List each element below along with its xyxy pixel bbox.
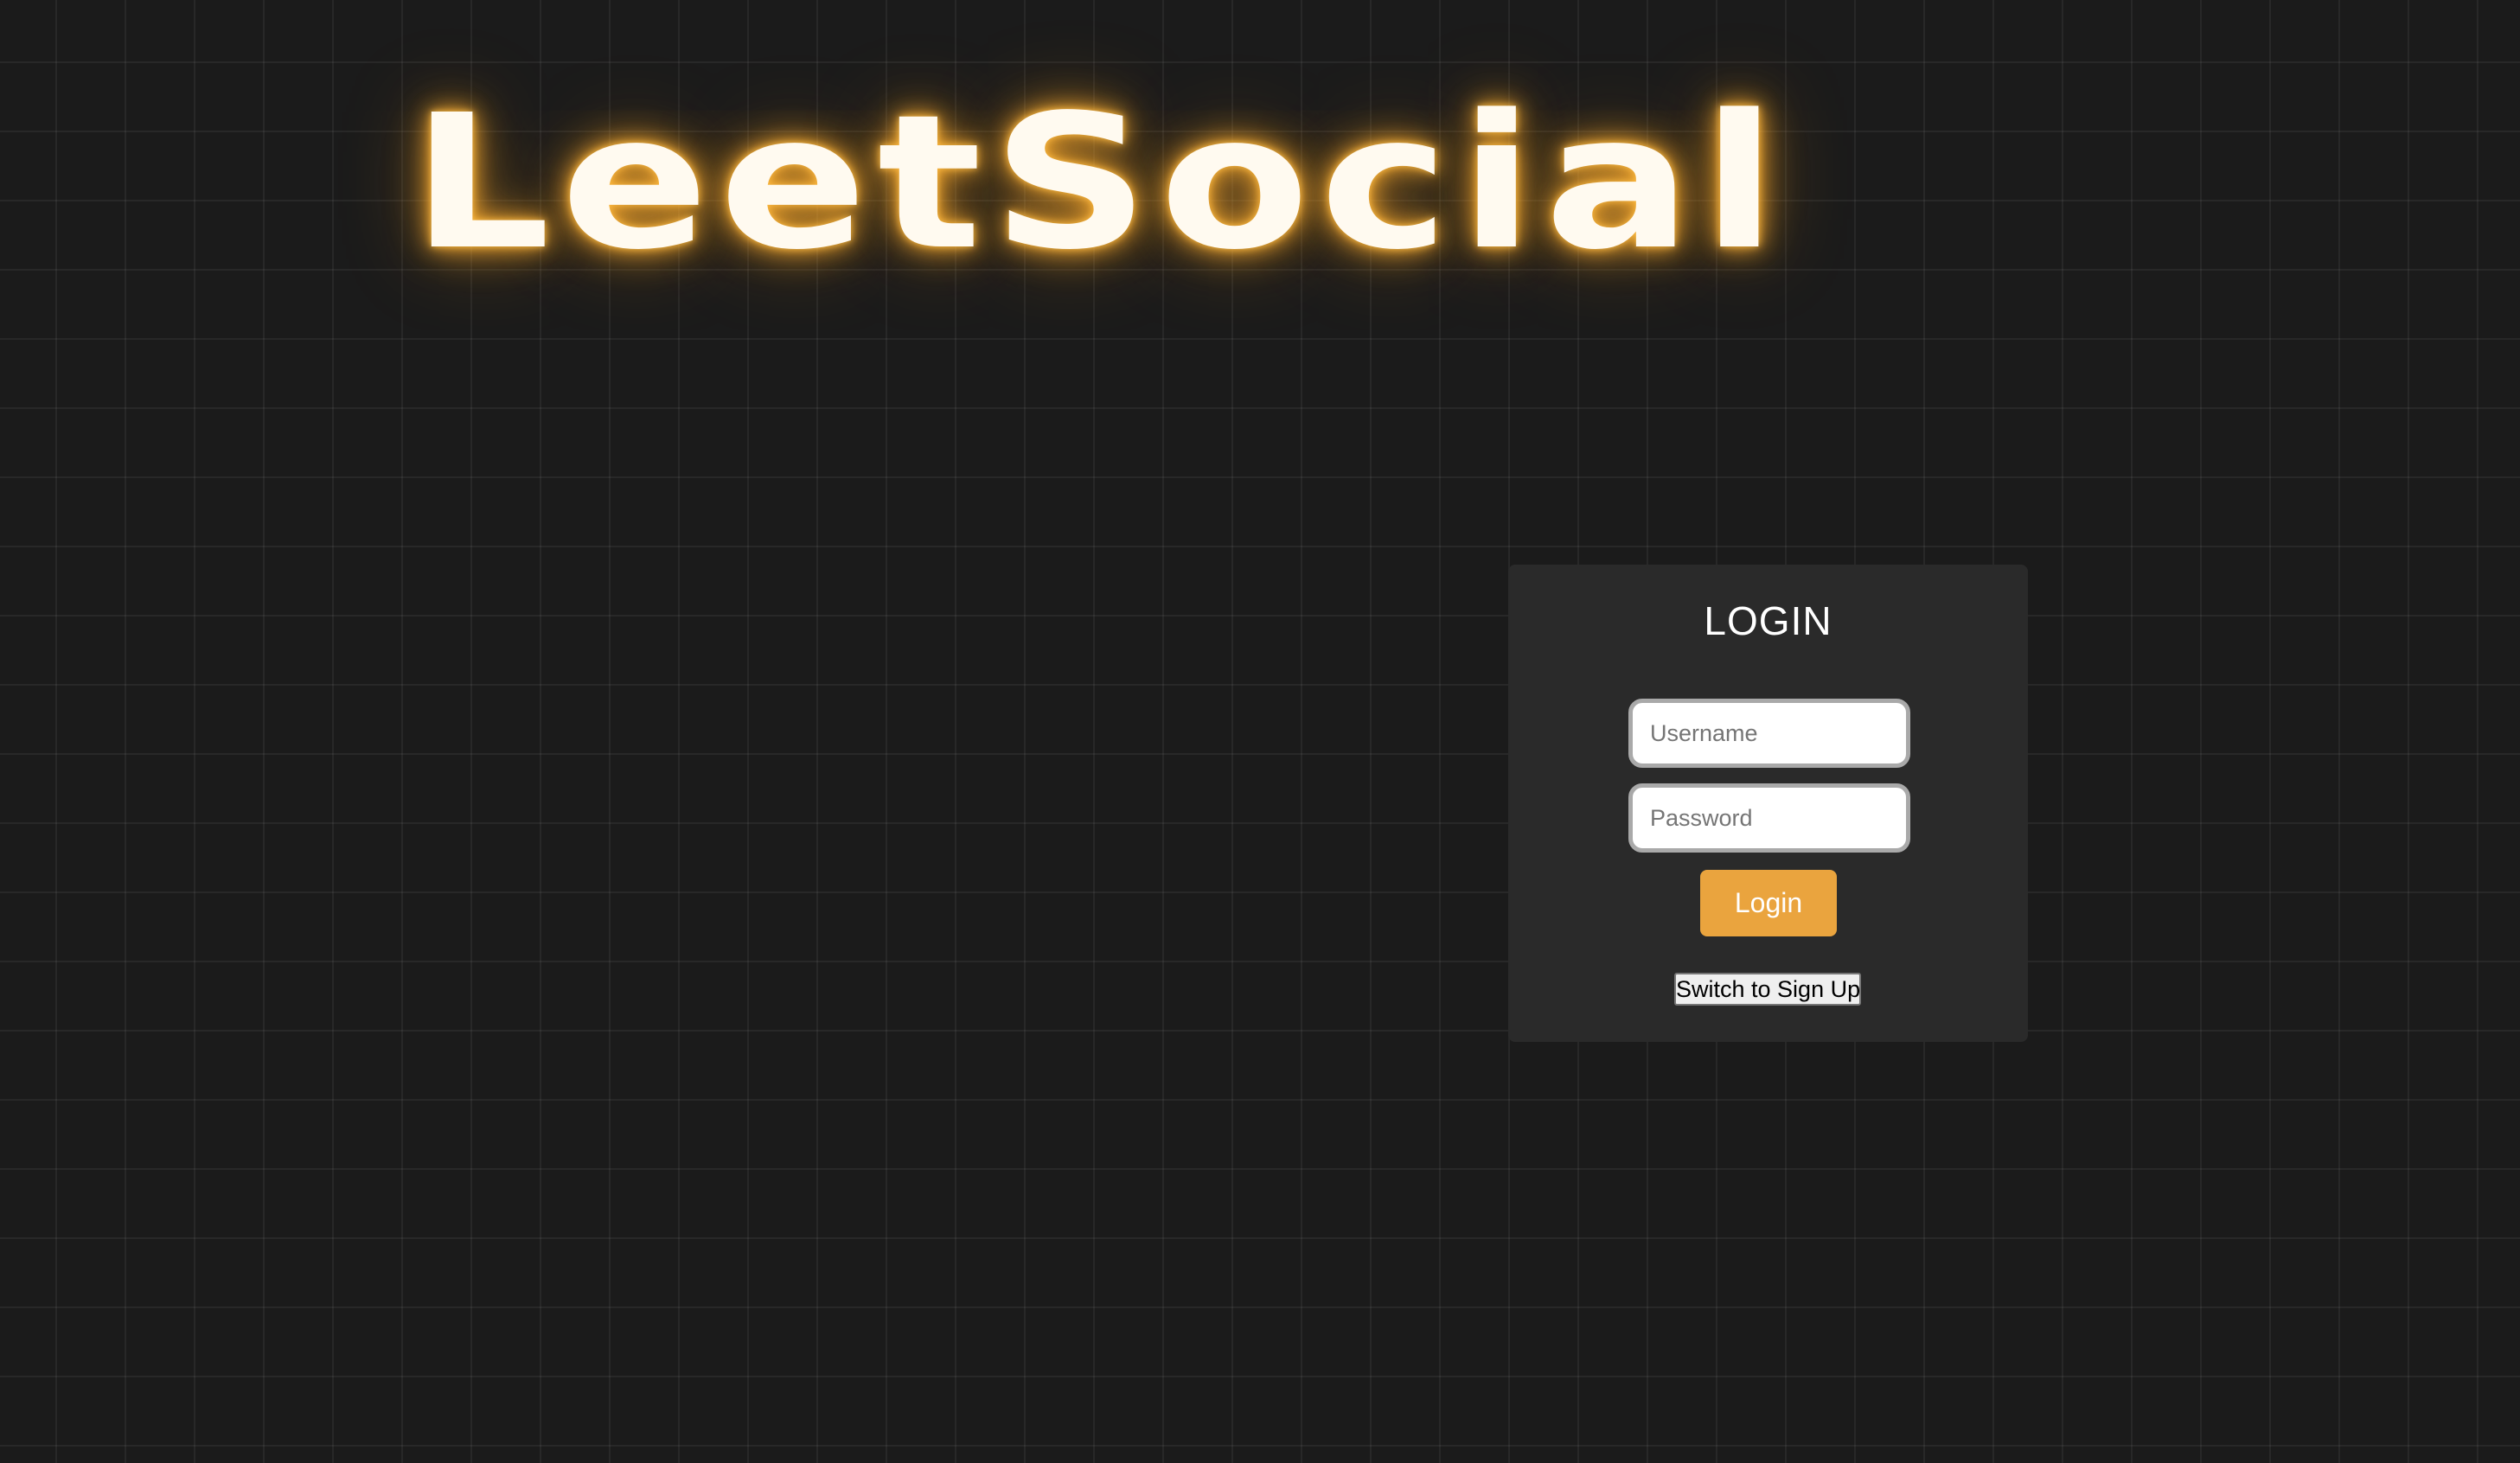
brand-logo-title: LeetSocial (411, 75, 1788, 291)
brand-header: LeetSocial (0, 91, 2520, 276)
login-heading: LOGIN (1704, 598, 1832, 643)
password-input[interactable] (1628, 783, 1910, 853)
username-input[interactable] (1628, 699, 1910, 768)
login-panel: LOGIN Login Switch to Sign Up (1508, 565, 2028, 1042)
switch-to-signup-button[interactable]: Switch to Sign Up (1674, 973, 1861, 1006)
login-button[interactable]: Login (1700, 870, 1837, 936)
